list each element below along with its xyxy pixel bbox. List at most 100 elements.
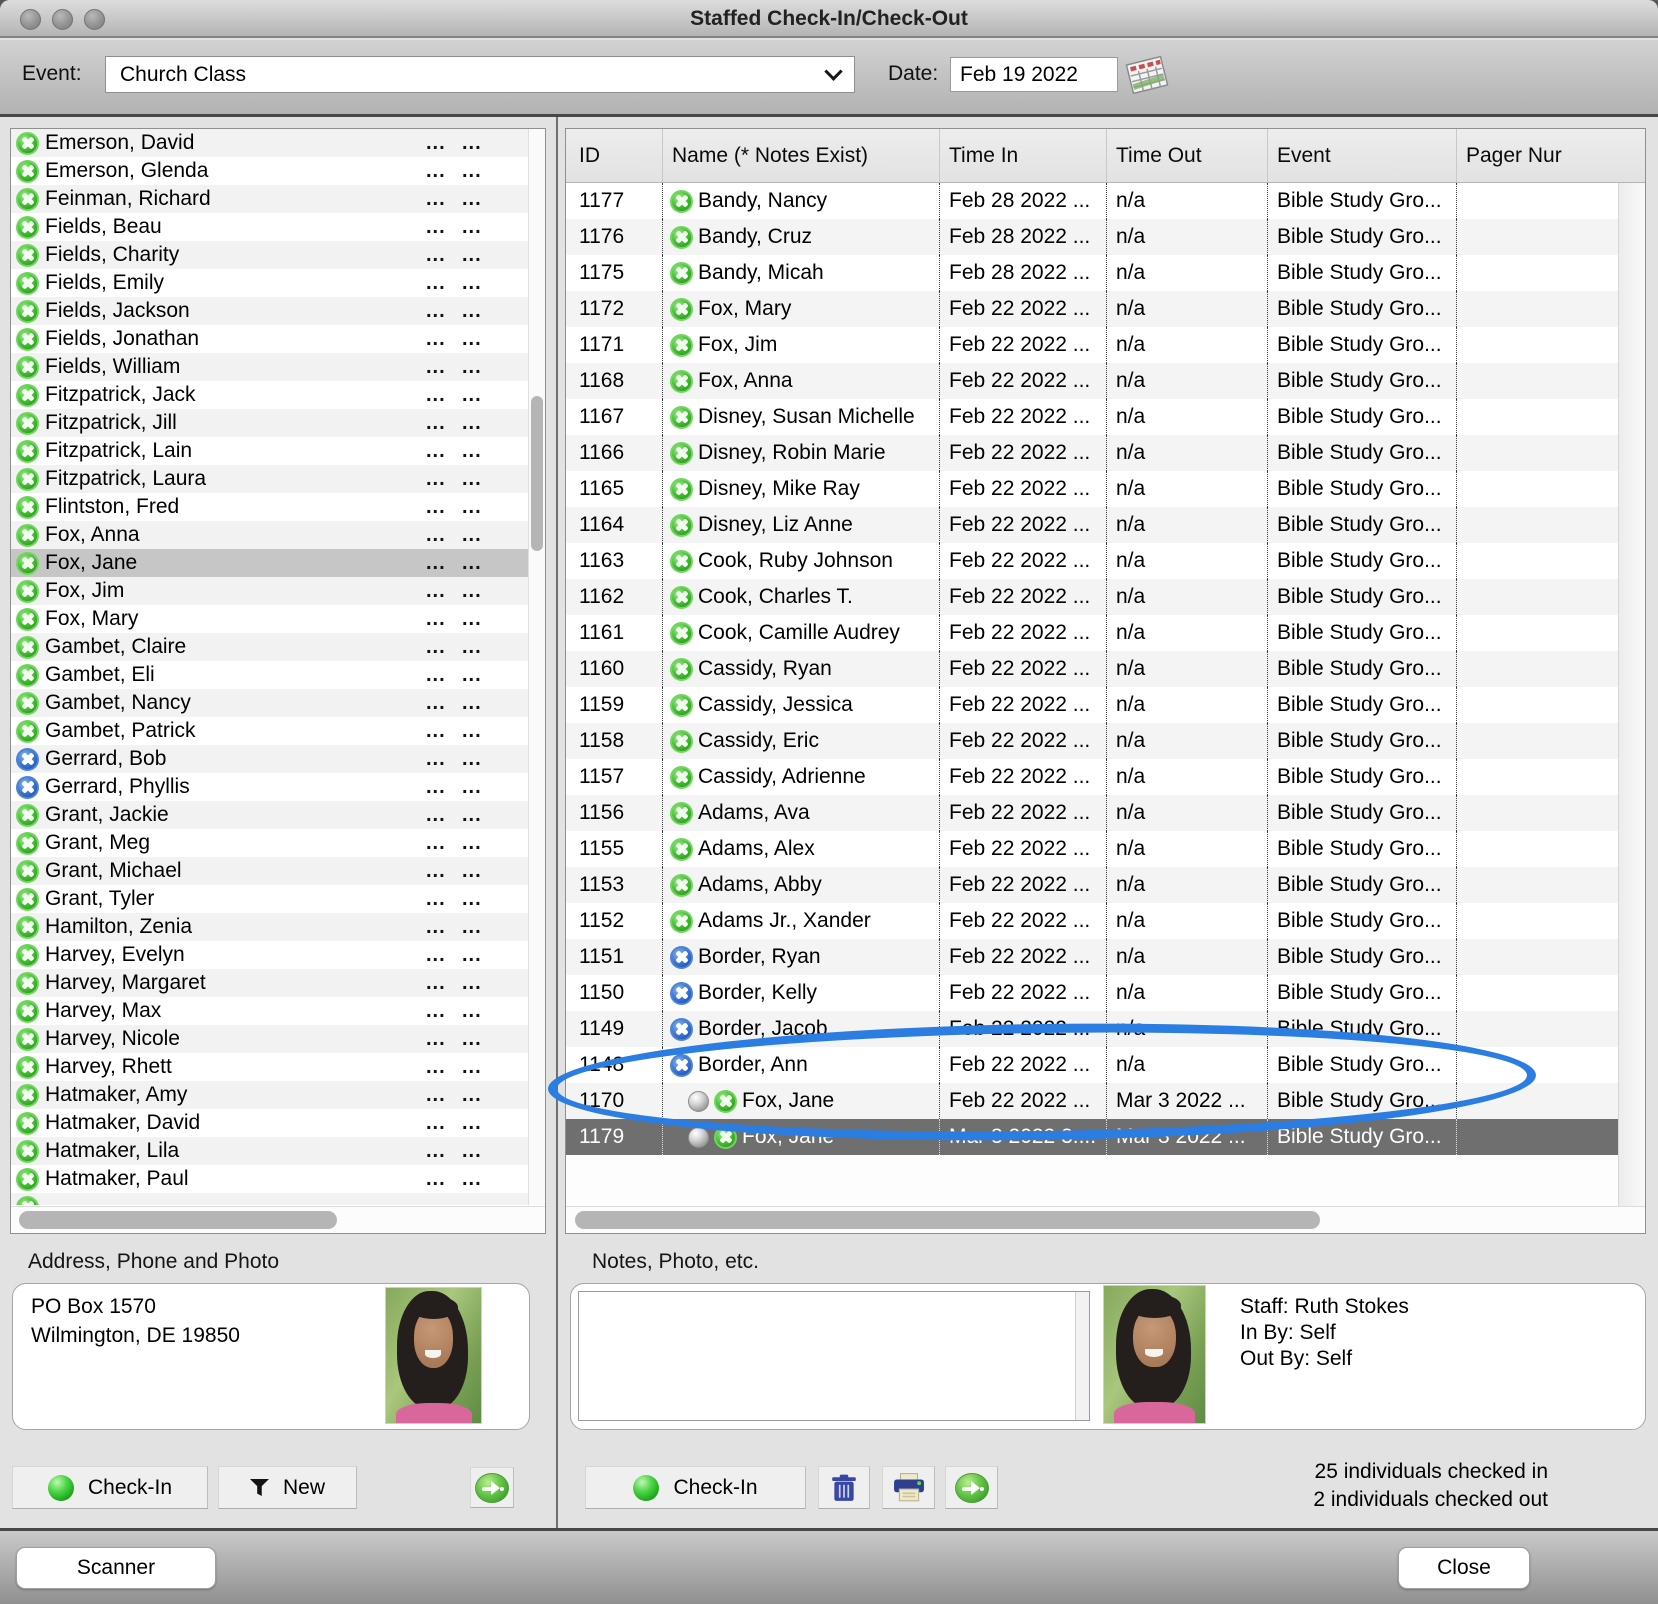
details-dots-button[interactable]: ...: [426, 496, 456, 519]
details-dots-button[interactable]: ...: [462, 664, 488, 687]
details-dots-button[interactable]: ...: [426, 1056, 456, 1079]
list-item[interactable]: Harvey, Margaret......: [11, 969, 528, 997]
details-dots-button[interactable]: ...: [426, 412, 456, 435]
details-dots-button[interactable]: ...: [462, 608, 488, 631]
scrollbar-thumb[interactable]: [531, 396, 543, 551]
scrollbar-thumb[interactable]: [575, 1211, 1320, 1229]
details-dots-button[interactable]: ...: [462, 300, 488, 323]
details-dots-button[interactable]: ...: [462, 636, 488, 659]
details-dots-button[interactable]: ...: [462, 132, 488, 155]
list-item[interactable]: Fox, Mary......: [11, 605, 528, 633]
details-dots-button[interactable]: ...: [426, 748, 456, 771]
list-item[interactable]: Fox, Jane......: [11, 549, 528, 577]
list-item[interactable]: Hamilton, Zenia......: [11, 913, 528, 941]
table-row[interactable]: 1150Border, KellyFeb 22 2022 ...n/aBible…: [566, 975, 1618, 1011]
details-dots-button[interactable]: ...: [426, 244, 456, 267]
calendar-icon[interactable]: [1128, 58, 1166, 92]
scrollbar-thumb[interactable]: [19, 1211, 337, 1229]
right-check-in-button[interactable]: Check-In: [585, 1466, 806, 1509]
details-dots-button[interactable]: ...: [426, 1140, 456, 1163]
details-dots-button[interactable]: ...: [462, 496, 488, 519]
table-row[interactable]: 1162Cook, Charles T.Feb 22 2022 ...n/aBi…: [566, 579, 1618, 615]
details-dots-button[interactable]: ...: [426, 300, 456, 323]
details-dots-button[interactable]: ...: [462, 272, 488, 295]
details-dots-button[interactable]: ...: [462, 1000, 488, 1023]
details-dots-button[interactable]: ...: [426, 636, 456, 659]
column-header-event[interactable]: Event: [1267, 129, 1456, 182]
list-item[interactable]: Harvey, Rhett......: [11, 1053, 528, 1081]
details-dots-button[interactable]: ...: [462, 748, 488, 771]
list-item[interactable]: Fox, Anna......: [11, 521, 528, 549]
details-dots-button[interactable]: ...: [462, 944, 488, 967]
details-dots-button[interactable]: ...: [426, 580, 456, 603]
list-item[interactable]: Fields, Jackson......: [11, 297, 528, 325]
table-row[interactable]: 1176Bandy, CruzFeb 28 2022 ...n/aBible S…: [566, 219, 1618, 255]
details-dots-button[interactable]: ...: [462, 1196, 488, 1206]
details-dots-button[interactable]: ...: [462, 692, 488, 715]
details-dots-button[interactable]: ...: [462, 1056, 488, 1079]
list-item[interactable]: ......: [11, 1193, 528, 1205]
people-list-vertical-scrollbar[interactable]: [528, 129, 545, 1205]
list-item[interactable]: Hatmaker, Amy......: [11, 1081, 528, 1109]
table-row[interactable]: 1168Fox, AnnaFeb 22 2022 ...n/aBible Stu…: [566, 363, 1618, 399]
new-button[interactable]: New: [218, 1466, 357, 1509]
details-dots-button[interactable]: ...: [426, 860, 456, 883]
details-dots-button[interactable]: ...: [462, 356, 488, 379]
details-dots-button[interactable]: ...: [426, 972, 456, 995]
details-dots-button[interactable]: ...: [426, 1168, 456, 1191]
details-dots-button[interactable]: ...: [462, 1112, 488, 1135]
table-row[interactable]: 1160Cassidy, RyanFeb 22 2022 ...n/aBible…: [566, 651, 1618, 687]
date-input[interactable]: Feb 19 2022: [950, 57, 1118, 92]
list-item[interactable]: Fox, Jim......: [11, 577, 528, 605]
table-vertical-scrollbar[interactable]: [1618, 183, 1645, 1206]
details-dots-button[interactable]: ...: [426, 608, 456, 631]
details-dots-button[interactable]: ...: [462, 524, 488, 547]
column-header-time-out[interactable]: Time Out: [1106, 129, 1267, 182]
table-row[interactable]: 1165Disney, Mike RayFeb 22 2022 ...n/aBi…: [566, 471, 1618, 507]
details-dots-button[interactable]: ...: [462, 804, 488, 827]
details-dots-button[interactable]: ...: [426, 944, 456, 967]
details-dots-button[interactable]: ...: [426, 272, 456, 295]
table-row[interactable]: 1148Border, AnnFeb 22 2022 ...n/aBible S…: [566, 1047, 1618, 1083]
table-row[interactable]: 1153Adams, AbbyFeb 22 2022 ...n/aBible S…: [566, 867, 1618, 903]
list-item[interactable]: Grant, Jackie......: [11, 801, 528, 829]
table-horizontal-scrollbar[interactable]: [566, 1206, 1645, 1233]
list-item[interactable]: Harvey, Max......: [11, 997, 528, 1025]
details-dots-button[interactable]: ...: [462, 1140, 488, 1163]
details-dots-button[interactable]: ...: [426, 776, 456, 799]
table-row[interactable]: 1172Fox, MaryFeb 22 2022 ...n/aBible Stu…: [566, 291, 1618, 327]
list-item[interactable]: Fields, William......: [11, 353, 528, 381]
right-go-button[interactable]: [945, 1466, 998, 1509]
details-dots-button[interactable]: ...: [426, 720, 456, 743]
print-button[interactable]: [882, 1466, 935, 1509]
left-check-in-button[interactable]: Check-In: [12, 1466, 208, 1509]
details-dots-button[interactable]: ...: [426, 1000, 456, 1023]
list-item[interactable]: Emerson, David......: [11, 129, 528, 157]
table-row[interactable]: 1159Cassidy, JessicaFeb 22 2022 ...n/aBi…: [566, 687, 1618, 723]
details-dots-button[interactable]: ...: [426, 384, 456, 407]
details-dots-button[interactable]: ...: [426, 356, 456, 379]
list-item[interactable]: Gambet, Claire......: [11, 633, 528, 661]
details-dots-button[interactable]: ...: [462, 160, 488, 183]
list-item[interactable]: Hatmaker, Lila......: [11, 1137, 528, 1165]
details-dots-button[interactable]: ...: [426, 440, 456, 463]
details-dots-button[interactable]: ...: [462, 328, 488, 351]
details-dots-button[interactable]: ...: [462, 776, 488, 799]
list-item[interactable]: Emerson, Glenda......: [11, 157, 528, 185]
details-dots-button[interactable]: ...: [426, 888, 456, 911]
people-list-horizontal-scrollbar[interactable]: [11, 1206, 545, 1233]
list-item[interactable]: Gerrard, Phyllis......: [11, 773, 528, 801]
table-row[interactable]: 1156Adams, AvaFeb 22 2022 ...n/aBible St…: [566, 795, 1618, 831]
list-item[interactable]: Flintston, Fred......: [11, 493, 528, 521]
details-dots-button[interactable]: ...: [462, 888, 488, 911]
details-dots-button[interactable]: ...: [426, 328, 456, 351]
details-dots-button[interactable]: ...: [426, 188, 456, 211]
list-item[interactable]: Hatmaker, David......: [11, 1109, 528, 1137]
details-dots-button[interactable]: ...: [426, 468, 456, 491]
list-item[interactable]: Fitzpatrick, Jack......: [11, 381, 528, 409]
details-dots-button[interactable]: ...: [462, 832, 488, 855]
table-row[interactable]: 1157Cassidy, AdrienneFeb 22 2022 ...n/aB…: [566, 759, 1618, 795]
details-dots-button[interactable]: ...: [426, 804, 456, 827]
details-dots-button[interactable]: ...: [462, 580, 488, 603]
list-item[interactable]: Feinman, Richard......: [11, 185, 528, 213]
